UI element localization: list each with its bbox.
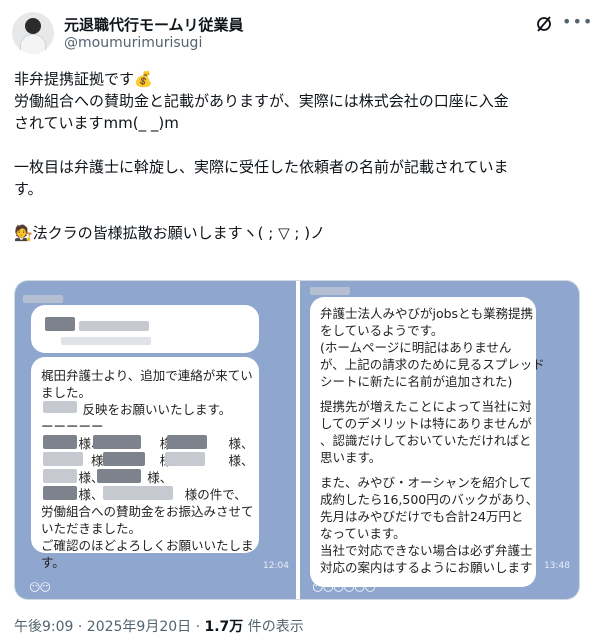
- chat-bubble: 梶田弁護士より、追加で連絡が来てい ました。 反映をお願いいたします。 ーーーー…: [31, 357, 259, 570]
- author-display-name[interactable]: 元退職代行モームリ従業員: [64, 14, 244, 35]
- chat-line: 成約したら16,500円のバックがあり、: [320, 492, 539, 507]
- chat-line: ました。: [41, 385, 92, 400]
- tweet-line: す。: [14, 180, 43, 198]
- views-label: 件の表示: [243, 619, 304, 635]
- chat-line: ご確認のほどよろしくお願いいたしま: [41, 538, 254, 553]
- tweet-header: 元退職代行モームリ従業員 @moumurimurisugi •••: [12, 10, 592, 58]
- chat-line: 対応の案内はするようにお願いします: [320, 560, 533, 575]
- views-count: 1.7万: [204, 619, 244, 635]
- chat-line: が、上記の請求のために見るスプレッド: [320, 357, 545, 372]
- post-time-date[interactable]: 午後9:09 · 2025年9月20日 ·: [14, 619, 205, 635]
- chat-line: 労働組合への賛助金をお振込みさせて: [41, 504, 254, 519]
- chat-line: 先月はみやびだけでも合計24万円と: [320, 509, 524, 524]
- chat-bubble-header: [31, 305, 259, 353]
- more-icon[interactable]: •••: [562, 14, 592, 34]
- avatar-head: [25, 18, 41, 34]
- author-handle[interactable]: @moumurimurisugi: [64, 35, 202, 51]
- chat-line: いただきました。: [41, 521, 142, 536]
- tweet-media[interactable]: 梶田弁護士より、追加で連絡が来てい ました。 反映をお願いいたします。 ーーーー…: [14, 280, 580, 600]
- chat-line: (ホームページに明記はありません: [320, 340, 512, 355]
- chat-line: シートに新たに名前が追加された): [320, 374, 513, 389]
- redacted-text: [43, 435, 77, 449]
- chat-line: してのデメリットは特にありませんが: [320, 416, 532, 431]
- chat-bubble: 弁護士法人みやびがjobsとも業務提携 をしているようです。 (ホームページに明…: [310, 297, 545, 587]
- chat-line: 当社で対応できない場合は必ず弁護士: [320, 543, 533, 558]
- chat-line: 提携先が増えたことによって当社に対: [320, 399, 532, 414]
- redacted-text: [43, 452, 83, 466]
- avatar[interactable]: [12, 12, 54, 54]
- chat-line: 思います。: [320, 450, 382, 465]
- chat-line: 弁護士法人みやびがjobsとも業務提携: [320, 306, 534, 321]
- chat-line: ーーーーー: [41, 419, 104, 434]
- redacted-text: [97, 469, 141, 483]
- redacted-text: [93, 435, 141, 449]
- chat-line: [320, 390, 526, 398]
- tweet-meta: 午後9:09 · 2025年9月20日 · 1.7万 件の表示: [14, 616, 304, 636]
- grok-icon[interactable]: [534, 14, 554, 34]
- chat-line: [320, 466, 526, 474]
- redacted-text: [165, 452, 205, 466]
- redacted-text: [103, 452, 145, 466]
- chat-line: す。: [41, 555, 65, 570]
- tweet-line: 一枚目は弁護士に斡旋し、実際に受任した依頼者の名前が記載されていま: [14, 158, 509, 176]
- reaction-stickers: 😶😶: [29, 581, 51, 594]
- redacted-text: [61, 337, 151, 345]
- redacted-text: [43, 486, 77, 500]
- tweet-text: 非弁提携証拠です💰 労働組合への賛助金と記載がありますが、実際には株式会社の口座…: [14, 68, 582, 244]
- tweet-line: されていますmm(_ _)m: [14, 114, 179, 132]
- redacted-text: [103, 486, 173, 500]
- chat-line: 、認識だけしておいていただければと: [320, 433, 532, 448]
- media-image-1[interactable]: 梶田弁護士より、追加で連絡が来てい ました。 反映をお願いいたします。 ーーーー…: [15, 281, 296, 599]
- message-time: 13:48: [544, 561, 570, 571]
- reaction-stickers: 😶😶😶😶😶😶: [312, 581, 376, 594]
- message-time: 12:04: [263, 561, 289, 571]
- chat-line: をしているようです。: [320, 323, 444, 338]
- tweet-line: 🧑‍⚖️法クラの皆様拡散お願いしますヽ( ; ▽ ; )ノ: [14, 224, 326, 242]
- chat-line: 梶田弁護士より、追加で連絡が来てい: [41, 368, 253, 383]
- chat-line: なっています。: [320, 526, 406, 541]
- redacted-name: [23, 295, 63, 303]
- media-image-2[interactable]: 弁護士法人みやびがjobsとも業務提携 をしているようです。 (ホームページに明…: [300, 281, 579, 599]
- redacted-text: [45, 317, 75, 331]
- chat-line: また、みやび・オーシャンを紹介して: [320, 475, 532, 490]
- tweet-line: 労働組合への賛助金と記載がありますが、実際には株式会社の口座に入金: [14, 92, 509, 110]
- redacted-text: [43, 469, 77, 483]
- redacted-text: [43, 401, 77, 413]
- redacted-name: [310, 287, 350, 295]
- avatar-body: [20, 34, 46, 54]
- redacted-text: [167, 435, 207, 449]
- redacted-text: [79, 321, 149, 331]
- tweet-line: 非弁提携証拠です💰: [14, 70, 153, 88]
